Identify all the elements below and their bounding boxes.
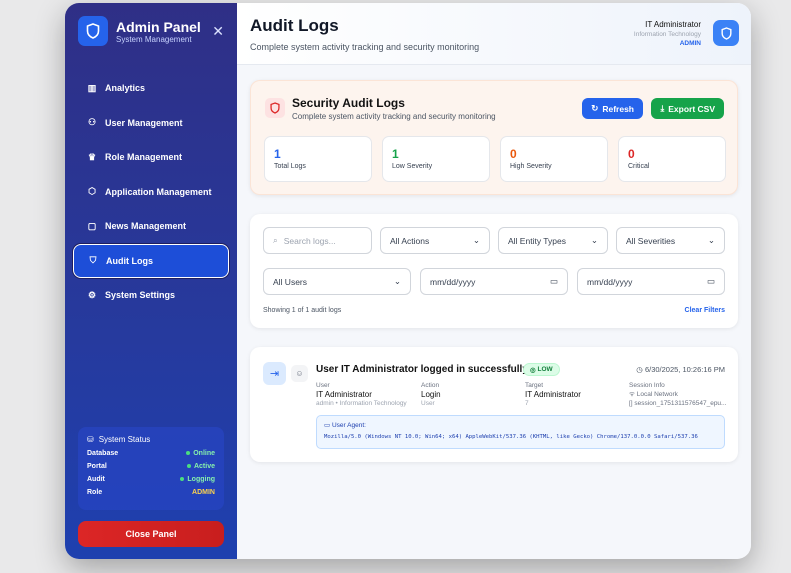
clock-icon: ◷ bbox=[636, 365, 643, 374]
sidebar-item-application-management[interactable]: ⬡ Application Management bbox=[65, 175, 237, 210]
wifi-icon: ᯤ bbox=[629, 391, 635, 398]
calendar-icon: ▭ bbox=[706, 276, 715, 286]
stat-card: 0 Critical bbox=[618, 136, 726, 182]
close-panel-button[interactable]: Close Panel bbox=[78, 521, 224, 547]
status-row: Portal Active bbox=[87, 463, 215, 470]
sidebar-item-role-management[interactable]: ♛ Role Management bbox=[65, 140, 237, 175]
calendar-icon: ▭ bbox=[549, 276, 558, 286]
clear-filters-link[interactable]: Clear Filters bbox=[685, 307, 725, 314]
database-icon: ⛁ bbox=[87, 435, 94, 444]
sidebar-item-user-management[interactable]: ⚇ User Management bbox=[65, 106, 237, 141]
login-icon: ⇥ bbox=[263, 362, 286, 385]
severities-select[interactable]: All Severities ⌄ bbox=[616, 227, 725, 254]
chevron-down-icon: ⌄ bbox=[472, 235, 480, 245]
security-audit-card: Security Audit Logs Complete system acti… bbox=[250, 80, 738, 195]
users-icon: ⚇ bbox=[87, 117, 97, 128]
users-select[interactable]: All Users ⌄ bbox=[263, 268, 411, 295]
sidebar: Admin Panel System Management ✕ ▥ Analytic… bbox=[65, 3, 237, 559]
message-icon: ▢ bbox=[87, 220, 97, 231]
sidebar-item-label: Audit Logs bbox=[106, 255, 153, 266]
refresh-icon: ↻ bbox=[591, 103, 599, 113]
status-row: Database Online bbox=[87, 450, 215, 457]
search-input[interactable]: ⌕ Search logs... bbox=[263, 227, 372, 254]
shield-icon: ⛉ bbox=[89, 255, 97, 266]
monitor-icon: ▭ bbox=[324, 422, 331, 429]
sidebar-item-label: System Settings bbox=[105, 290, 176, 301]
entity-types-select[interactable]: All Entity Types ⌄ bbox=[498, 227, 608, 254]
export-csv-button[interactable]: ⤓ Export CSV bbox=[651, 98, 724, 119]
date-to-input[interactable]: mm/dd/yyyy ▭ bbox=[577, 268, 725, 295]
audit-log-entry[interactable]: ⇥ ☺ User IT Administrator logged in succ… bbox=[250, 347, 738, 462]
sidebar-item-analytics[interactable]: ▥ Analytics bbox=[65, 71, 237, 106]
stat-card: 1 Low Severity bbox=[382, 136, 490, 182]
filters-card: ⌕ Search logs... All Actions ⌄ All Entity … bbox=[250, 214, 738, 328]
shield-logo-icon bbox=[78, 16, 108, 46]
sidebar-item-label: News Management bbox=[105, 221, 187, 232]
shield-icon bbox=[265, 98, 285, 118]
stat-card: 1 Total Logs bbox=[264, 136, 372, 182]
app-subtitle: System Management bbox=[116, 34, 192, 44]
results-count: Showing 1 of 1 audit logs bbox=[263, 307, 342, 314]
user-shield-icon[interactable] bbox=[713, 20, 739, 46]
bar-chart-icon: ▥ bbox=[87, 82, 97, 93]
app-title: Admin Panel bbox=[116, 18, 201, 35]
status-row: Role ADMIN bbox=[87, 489, 215, 496]
date-from-input[interactable]: mm/dd/yyyy ▭ bbox=[420, 268, 568, 295]
severity-badge: ◎ LOW bbox=[523, 363, 560, 376]
main-content: Audit Logs Complete system activity trac… bbox=[237, 3, 751, 559]
download-icon: ⤓ bbox=[660, 103, 665, 113]
page-header: Audit Logs Complete system activity trac… bbox=[237, 3, 751, 65]
system-status: ⛁ System Status Database Online Portal Activ… bbox=[78, 427, 224, 510]
log-timestamp: ◷ 6/30/2025, 10:26:16 PM bbox=[636, 365, 725, 374]
actions-select[interactable]: All Actions ⌄ bbox=[380, 227, 490, 254]
chevron-down-icon: ⌄ bbox=[393, 276, 401, 286]
stat-card: 0 High Severity bbox=[500, 136, 608, 182]
user-info: IT Administrator Information Technology AD… bbox=[633, 20, 701, 47]
admin-panel-modal: Admin Panel System Management ✕ ▥ Analytic… bbox=[65, 3, 751, 559]
sidebar-item-label: Analytics bbox=[105, 83, 146, 94]
user-agent-box: ▭ User Agent: Mozilla/5.0 (Windows NT 10.… bbox=[316, 415, 725, 449]
user-icon: ☺ bbox=[291, 365, 308, 382]
sidebar-item-label: User Management bbox=[105, 117, 183, 128]
sidebar-item-label: Application Management bbox=[105, 186, 212, 197]
chevron-down-icon: ⌄ bbox=[707, 235, 715, 245]
crown-icon: ♛ bbox=[87, 151, 97, 162]
package-icon: ⬡ bbox=[88, 186, 96, 197]
sidebar-item-audit-logs[interactable]: ⛉ Audit Logs bbox=[73, 243, 229, 278]
sidebar-item-label: Role Management bbox=[105, 152, 183, 163]
close-icon[interactable]: ✕ bbox=[212, 23, 224, 40]
sidebar-item-news-management[interactable]: ▢ News Management bbox=[65, 209, 237, 244]
log-title: User IT Administrator logged in successf… bbox=[316, 364, 528, 375]
status-row: Audit Logging bbox=[87, 476, 215, 483]
sidebar-item-system-settings[interactable]: ⚙ System Settings bbox=[65, 278, 237, 313]
refresh-button[interactable]: ↻ Refresh bbox=[582, 98, 643, 119]
gear-icon: ⚙ bbox=[87, 289, 97, 300]
search-icon: ⌕ bbox=[273, 235, 278, 245]
chevron-down-icon: ⌄ bbox=[590, 235, 598, 245]
